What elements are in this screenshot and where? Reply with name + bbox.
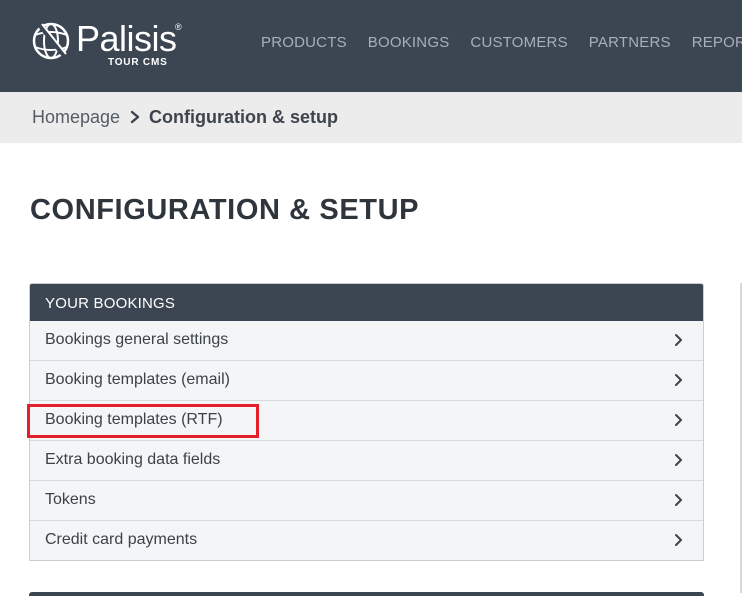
list-item-booking-templates-email[interactable]: Booking templates (email): [30, 361, 703, 401]
breadcrumb: Homepage Configuration & setup: [0, 92, 742, 143]
list-item-label: Booking templates (RTF): [45, 411, 223, 428]
list-item-label: Bookings general settings: [45, 331, 229, 348]
your-bookings-panel: YOUR BOOKINGS Bookings general settings …: [29, 283, 704, 561]
breadcrumb-current: Configuration & setup: [149, 107, 338, 127]
list-item-bookings-general-settings[interactable]: Bookings general settings: [30, 321, 703, 361]
nav-reports[interactable]: REPORTS: [692, 34, 742, 51]
logo-subtitle: TOUR CMS: [108, 57, 168, 68]
list-item-extra-booking-data-fields[interactable]: Extra booking data fields: [30, 441, 703, 481]
list-item-label: Booking templates (email): [45, 371, 230, 388]
list-item-label: Tokens: [45, 491, 96, 508]
list-item-label: Extra booking data fields: [45, 451, 221, 468]
nav-customers[interactable]: CUSTOMERS: [470, 34, 567, 51]
chevron-right-icon: [130, 110, 140, 124]
top-header: Palisis ® TOUR CMS PRODUCTS BOOKINGS CUS…: [0, 0, 742, 92]
list-item-credit-card-payments[interactable]: Credit card payments: [30, 521, 703, 560]
main-nav: PRODUCTS BOOKINGS CUSTOMERS PARTNERS REP…: [261, 34, 742, 51]
panel-heading: YOUR BOOKINGS: [30, 284, 703, 321]
chevron-right-icon: [675, 414, 682, 426]
chevron-right-icon: [675, 454, 682, 466]
registered-mark: ®: [175, 22, 182, 32]
list-item-booking-templates-rtf[interactable]: Booking templates (RTF): [30, 401, 703, 441]
nav-products[interactable]: PRODUCTS: [261, 34, 347, 51]
chevron-right-icon: [675, 334, 682, 346]
chevron-right-icon: [675, 494, 682, 506]
breadcrumb-home-link[interactable]: Homepage: [32, 107, 120, 128]
page-title: CONFIGURATION & SETUP: [30, 194, 420, 226]
list-item-label: Credit card payments: [45, 531, 198, 548]
globe-icon: [32, 22, 70, 60]
logo-name: Palisis: [76, 18, 177, 59]
next-panel-header: [29, 592, 704, 596]
list-item-tokens[interactable]: Tokens: [30, 481, 703, 521]
palisis-logo[interactable]: Palisis ® TOUR CMS: [30, 16, 190, 72]
nav-partners[interactable]: PARTNERS: [589, 34, 671, 51]
nav-bookings[interactable]: BOOKINGS: [368, 34, 450, 51]
chevron-right-icon: [675, 534, 682, 546]
chevron-right-icon: [675, 374, 682, 386]
